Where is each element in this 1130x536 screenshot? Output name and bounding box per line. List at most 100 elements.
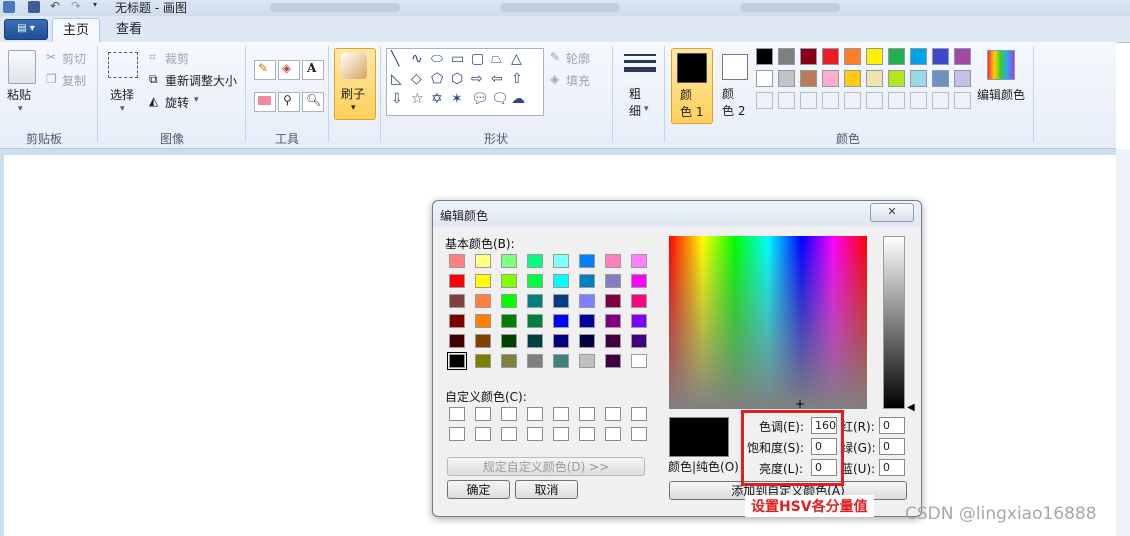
palette-empty-slot[interactable] — [844, 92, 861, 109]
palette-empty-slot[interactable] — [756, 92, 773, 109]
basic-color-swatch[interactable] — [553, 294, 569, 308]
tab-home[interactable]: 主页 — [52, 18, 101, 43]
cut-button[interactable]: 剪切 — [62, 50, 86, 67]
palette-swatch[interactable] — [800, 70, 817, 87]
basic-color-swatch[interactable] — [475, 314, 491, 328]
palette-swatch[interactable] — [866, 70, 883, 87]
edit-colors-button[interactable]: 编辑颜色 — [977, 86, 1025, 103]
basic-color-swatch[interactable] — [605, 334, 621, 348]
palette-swatch[interactable] — [932, 70, 949, 87]
crop-button[interactable]: 裁剪 — [165, 50, 189, 67]
basic-color-swatch[interactable] — [527, 254, 543, 268]
palette-empty-slot[interactable] — [822, 92, 839, 109]
shape-option-icon[interactable]: ╲ — [391, 51, 399, 67]
shape-option-icon[interactable]: ✶ — [451, 91, 463, 107]
shape-option-icon[interactable]: ⇧ — [511, 71, 523, 87]
basic-color-swatch[interactable] — [527, 294, 543, 308]
palette-empty-slot[interactable] — [800, 92, 817, 109]
basic-color-swatch[interactable] — [579, 354, 595, 368]
color-solid-label[interactable]: 颜色|纯色(O) — [668, 458, 739, 475]
rotate-dropdown-icon[interactable]: ▾ — [194, 95, 199, 105]
custom-color-slot[interactable] — [475, 427, 491, 441]
custom-color-slot[interactable] — [449, 427, 465, 441]
ok-button[interactable]: 确定 — [447, 480, 510, 499]
palette-swatch[interactable] — [866, 48, 883, 65]
basic-color-swatch[interactable] — [527, 334, 543, 348]
basic-color-swatch[interactable] — [605, 254, 621, 268]
basic-color-swatch[interactable] — [605, 314, 621, 328]
red-input[interactable]: 0 — [879, 417, 905, 434]
custom-color-slot[interactable] — [501, 427, 517, 441]
resize-button[interactable]: 重新调整大小 — [165, 72, 237, 89]
basic-color-swatch[interactable] — [553, 334, 569, 348]
copy-icon[interactable]: ❐ — [46, 72, 57, 86]
basic-color-swatch[interactable] — [605, 294, 621, 308]
basic-color-swatch[interactable] — [553, 314, 569, 328]
cut-icon[interactable]: ✂ — [46, 50, 56, 64]
custom-color-slot[interactable] — [605, 427, 621, 441]
color-spectrum[interactable] — [669, 236, 867, 409]
shape-option-icon[interactable]: ✡ — [431, 91, 443, 107]
custom-color-slot[interactable] — [631, 427, 647, 441]
basic-color-swatch[interactable] — [501, 274, 517, 288]
basic-color-swatch[interactable] — [501, 254, 517, 268]
basic-color-swatch[interactable] — [475, 294, 491, 308]
shape-option-icon[interactable]: ▭ — [451, 51, 464, 67]
copy-button[interactable]: 复制 — [62, 72, 86, 89]
palette-swatch[interactable] — [822, 70, 839, 87]
quick-access-menu-icon[interactable]: ▾ — [93, 0, 97, 9]
color1-button[interactable]: 颜 色 1 — [671, 48, 713, 124]
palette-swatch[interactable] — [910, 48, 927, 65]
basic-color-swatch[interactable] — [631, 314, 647, 328]
outline-button[interactable]: 轮廓 — [566, 50, 590, 67]
basic-color-swatch[interactable] — [579, 334, 595, 348]
paste-dropdown-icon[interactable]: ▾ — [18, 104, 23, 114]
basic-color-swatch[interactable] — [605, 354, 621, 368]
custom-color-slot[interactable] — [501, 407, 517, 421]
shape-option-icon[interactable]: ☆ — [411, 91, 424, 107]
basic-color-swatch[interactable] — [631, 294, 647, 308]
cancel-button[interactable]: 取消 — [515, 480, 578, 499]
basic-color-swatch[interactable] — [501, 354, 517, 368]
basic-color-swatch[interactable] — [475, 254, 491, 268]
basic-color-swatch[interactable] — [501, 314, 517, 328]
shape-option-icon[interactable]: ⬡ — [451, 71, 463, 87]
paste-icon[interactable] — [8, 50, 36, 84]
basic-color-swatch[interactable] — [527, 354, 543, 368]
palette-swatch[interactable] — [844, 70, 861, 87]
palette-swatch[interactable] — [800, 48, 817, 65]
shape-option-icon[interactable]: △ — [511, 51, 522, 67]
palette-empty-slot[interactable] — [778, 92, 795, 109]
custom-color-slot[interactable] — [553, 427, 569, 441]
palette-empty-slot[interactable] — [866, 92, 883, 109]
redo-icon[interactable]: ↷ — [71, 0, 81, 13]
magnifier-icon[interactable]: 🔍︎ — [302, 92, 324, 112]
shapes-gallery[interactable]: ╲ ∿ ⬭ ▭ ▢ ⏢ △ ◺ ◇ ⬠ ⬡ ⇨ ⇦ ⇧ ⇩ ☆ ✡ ✶ 💬︎ 🗨︎ ☁ — [386, 48, 544, 116]
pencil-icon[interactable]: ✎ — [254, 60, 276, 80]
palette-swatch[interactable] — [822, 48, 839, 65]
save-icon[interactable] — [28, 1, 40, 13]
fill-button[interactable]: 填充 — [566, 72, 590, 89]
basic-color-swatch[interactable] — [449, 254, 465, 268]
palette-empty-slot[interactable] — [888, 92, 905, 109]
shape-option-icon[interactable]: ⇦ — [491, 71, 503, 87]
file-menu-button[interactable]: ▤ ▾ — [4, 19, 48, 40]
shape-option-icon[interactable]: ◺ — [391, 71, 402, 87]
shape-option-icon[interactable]: ⇨ — [471, 71, 483, 87]
palette-swatch[interactable] — [954, 48, 971, 65]
luminance-arrow-icon[interactable]: ◀ — [907, 402, 915, 413]
shape-option-icon[interactable]: ◇ — [411, 71, 422, 87]
shape-option-icon[interactable]: 💬︎ — [471, 91, 489, 107]
shape-option-icon[interactable]: ∿ — [411, 51, 423, 67]
palette-swatch[interactable] — [756, 70, 773, 87]
fill-bucket-icon[interactable]: ◈ — [278, 60, 300, 80]
shape-option-icon[interactable]: ⬠ — [431, 71, 443, 87]
palette-swatch[interactable] — [954, 70, 971, 87]
shape-option-icon[interactable]: ⇩ — [391, 91, 403, 107]
custom-color-slot[interactable] — [449, 407, 465, 421]
shape-option-icon[interactable]: ⬭ — [431, 51, 443, 67]
luminance-slider[interactable] — [883, 236, 905, 409]
basic-color-swatch[interactable] — [631, 334, 647, 348]
basic-color-swatch[interactable] — [631, 254, 647, 268]
resize-icon[interactable]: ⧉ — [149, 72, 158, 87]
